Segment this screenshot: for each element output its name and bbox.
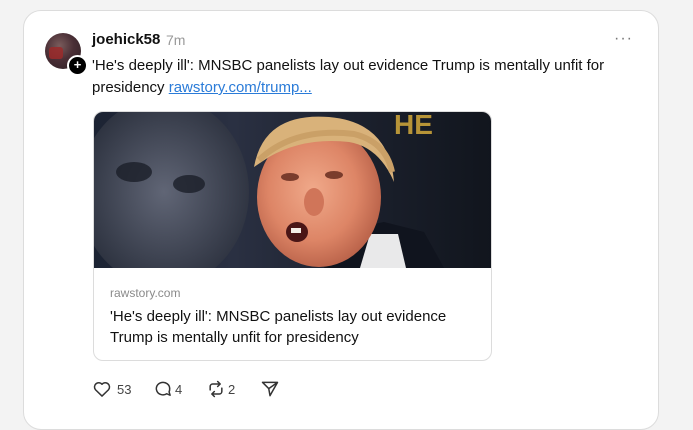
reply-count: 4 [175, 381, 183, 397]
share-icon [260, 379, 280, 399]
like-button[interactable]: 53 [92, 378, 131, 400]
follow-button[interactable]: + [67, 55, 88, 76]
like-count: 53 [117, 381, 132, 397]
link-preview-card[interactable]: HE rawstory.com 'He's deeply ill': MNSBC… [93, 111, 492, 361]
more-options-button[interactable]: ··· [614, 30, 633, 48]
repost-button[interactable]: 2 [206, 378, 235, 400]
heart-icon [92, 379, 112, 399]
svg-text:HE: HE [394, 112, 433, 140]
reply-button[interactable]: 4 [153, 378, 182, 400]
comment-icon [153, 379, 173, 399]
repost-icon [206, 379, 226, 399]
share-button[interactable] [260, 378, 280, 400]
post-text: 'He's deeply ill': MNSBC panelists lay o… [92, 55, 632, 99]
preview-image: HE [94, 112, 491, 268]
link-title: 'He's deeply ill': MNSBC panelists lay o… [110, 308, 447, 346]
post-time: 7m [166, 32, 186, 48]
username[interactable]: joehick58 [92, 31, 160, 48]
link-domain: rawstory.com [110, 286, 181, 300]
post-link[interactable]: rawstory.com/trump... [169, 79, 312, 96]
repost-count: 2 [228, 381, 236, 397]
